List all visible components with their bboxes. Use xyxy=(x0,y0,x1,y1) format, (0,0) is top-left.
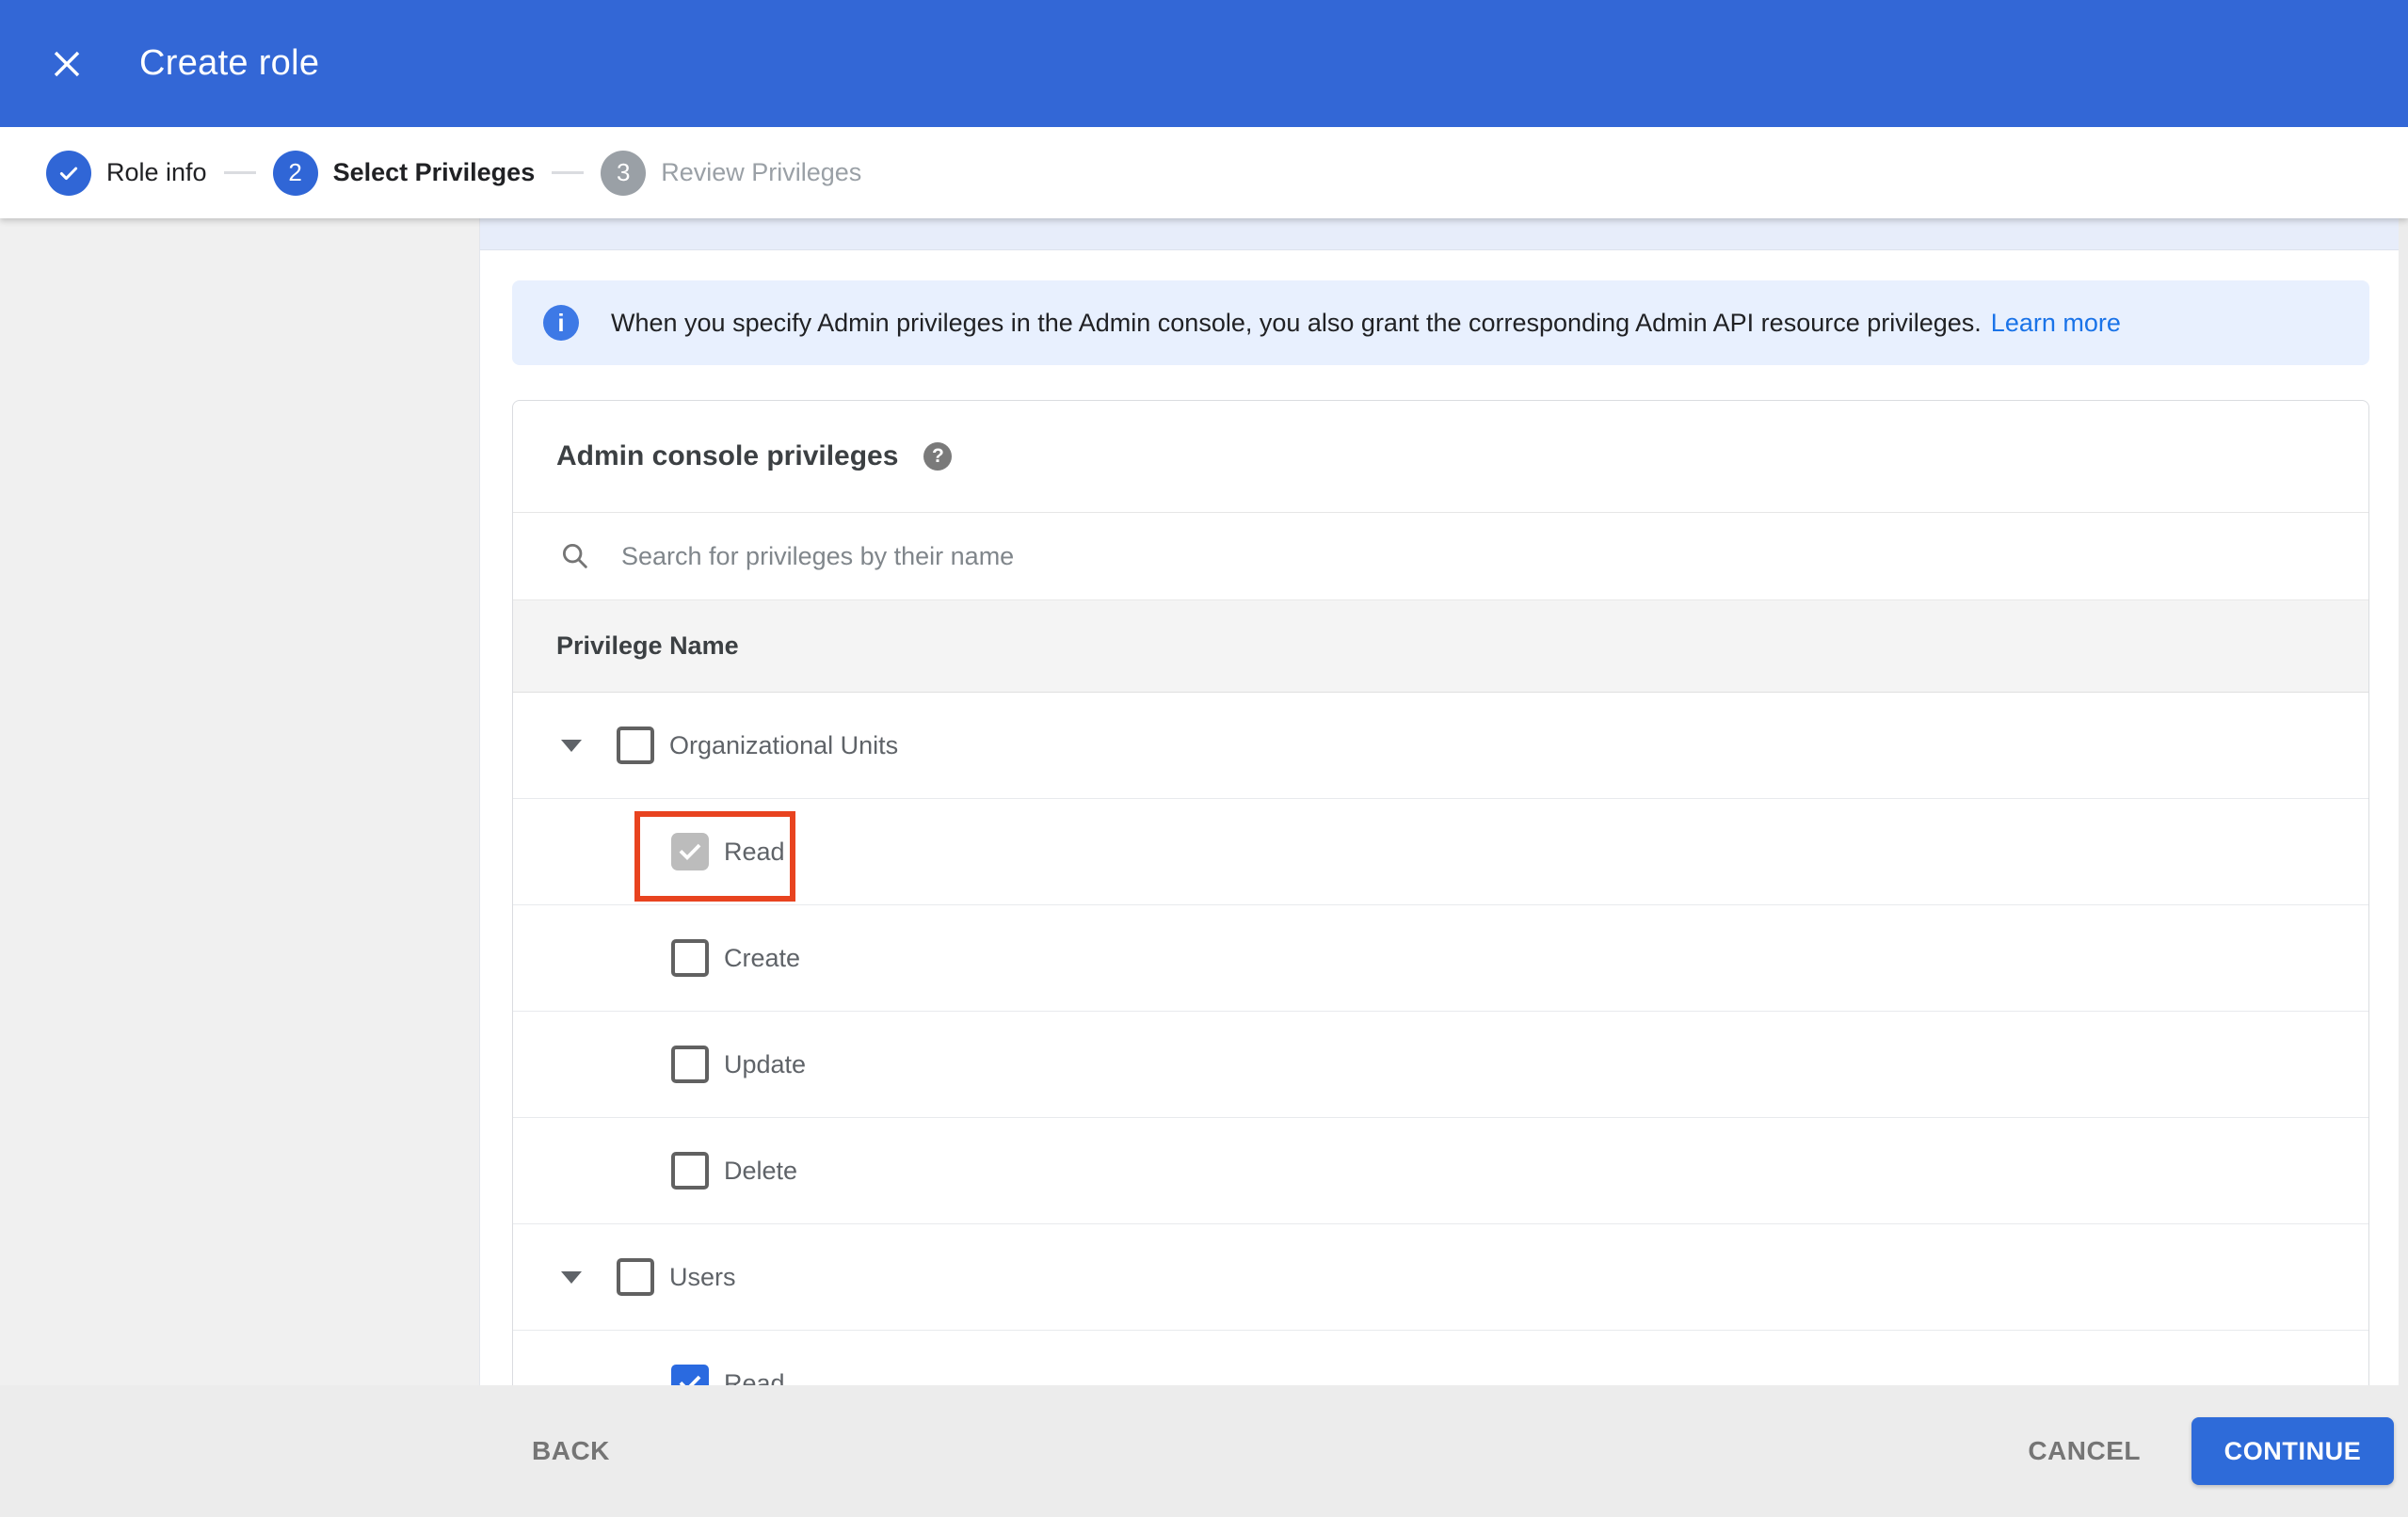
main-area: i When you specify Admin privileges in t… xyxy=(0,218,2408,1385)
content-pane: i When you specify Admin privileges in t… xyxy=(479,218,2408,1385)
wizard-stepper: Role info 2 Select Privileges 3 Review P… xyxy=(0,127,2408,218)
step-number-badge: 2 xyxy=(272,150,318,196)
step-select-privileges[interactable]: 2 Select Privileges xyxy=(272,150,536,196)
collapse-arrow-icon[interactable] xyxy=(561,739,582,752)
privilege-row-users: Users xyxy=(513,1224,2368,1331)
step-label: Role info xyxy=(106,158,207,186)
info-banner: i When you specify Admin privileges in t… xyxy=(512,280,2369,365)
privilege-row-users-read: Read xyxy=(513,1331,2368,1385)
step-completed-check-icon xyxy=(46,150,91,196)
continue-button[interactable]: CONTINUE xyxy=(2191,1417,2394,1485)
privileges-search-row xyxy=(513,513,2368,599)
app-header: Create role xyxy=(0,0,2408,127)
search-icon xyxy=(562,543,587,568)
close-icon[interactable] xyxy=(46,43,88,85)
privilege-label: Create xyxy=(724,943,801,972)
checkbox-users-read-checked[interactable] xyxy=(671,1365,709,1385)
step-label: Select Privileges xyxy=(332,158,536,186)
privilege-label: Read xyxy=(724,1368,785,1386)
privilege-row-organizational-units: Organizational Units xyxy=(513,693,2368,799)
help-icon[interactable]: ? xyxy=(923,442,953,471)
privilege-label: Update xyxy=(724,1049,807,1078)
checkbox-organizational-units[interactable] xyxy=(617,727,654,764)
page-title: Create role xyxy=(139,43,320,83)
step-role-info[interactable]: Role info xyxy=(46,150,207,196)
step-number-badge: 3 xyxy=(601,150,647,196)
checkbox-update[interactable] xyxy=(671,1046,709,1083)
collapse-arrow-icon[interactable] xyxy=(561,1270,582,1284)
learn-more-link[interactable]: Learn more xyxy=(1991,309,2121,338)
back-button[interactable]: BACK xyxy=(532,1385,610,1517)
table-header-label: Privilege Name xyxy=(556,631,739,660)
scrollbar-track[interactable] xyxy=(2399,218,2408,1385)
checkbox-users[interactable] xyxy=(617,1258,654,1296)
banner-text: When you specify Admin privileges in the… xyxy=(611,308,1982,337)
scrolled-banner-edge xyxy=(480,218,2401,250)
privilege-row-update: Update xyxy=(513,1012,2368,1118)
privilege-label: Delete xyxy=(724,1156,798,1185)
privilege-row-read: Read xyxy=(513,799,2368,905)
privilege-label: Users xyxy=(669,1262,736,1291)
card-title: Admin console privileges xyxy=(556,440,899,471)
checkbox-read-checked[interactable] xyxy=(671,833,709,870)
check-icon xyxy=(679,1375,701,1385)
privilege-row-delete: Delete xyxy=(513,1118,2368,1224)
footer-bar: BACK CANCEL CONTINUE xyxy=(0,1385,2408,1517)
privilege-label: Organizational Units xyxy=(669,730,899,759)
admin-privileges-card: Admin console privileges ? Privilege Nam… xyxy=(512,400,2369,1385)
step-label: Review Privileges xyxy=(661,158,862,186)
table-header: Privilege Name xyxy=(513,599,2368,693)
privilege-label: Read xyxy=(724,837,785,866)
card-heading: Admin console privileges ? xyxy=(513,401,2368,513)
cancel-button[interactable]: CANCEL xyxy=(2028,1385,2141,1517)
privilege-row-create: Create xyxy=(513,905,2368,1012)
search-input[interactable] xyxy=(621,541,2033,571)
step-connector xyxy=(223,171,256,174)
check-icon xyxy=(679,843,701,861)
step-connector xyxy=(552,171,585,174)
step-review-privileges: 3 Review Privileges xyxy=(601,150,862,196)
checkbox-create[interactable] xyxy=(671,939,709,977)
checkbox-delete[interactable] xyxy=(671,1152,709,1190)
info-icon: i xyxy=(543,305,579,341)
